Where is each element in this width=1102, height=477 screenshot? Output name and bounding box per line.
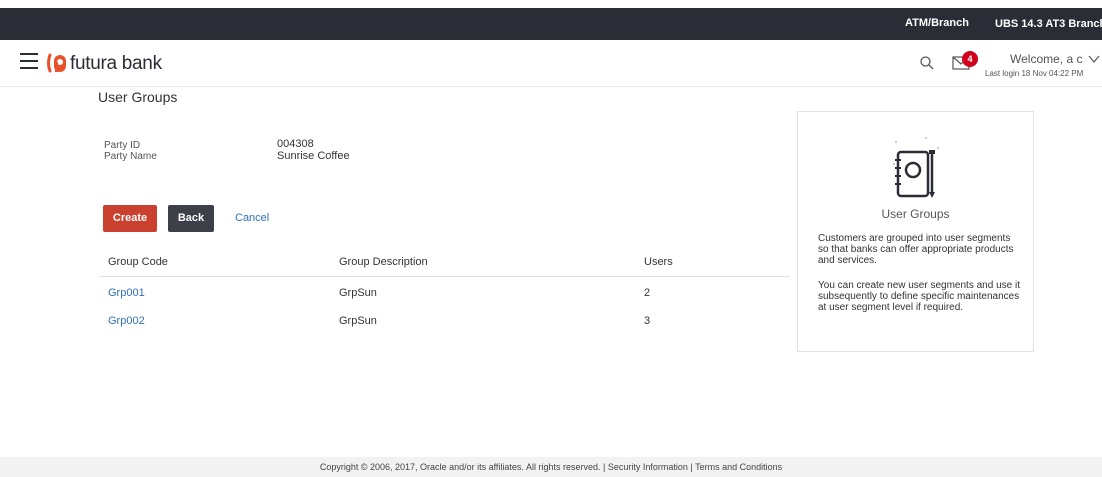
top-strip: [0, 0, 1102, 8]
atm-branch-link[interactable]: ATM/Branch: [905, 17, 969, 29]
user-count: 3: [644, 315, 651, 327]
branch-name: UBS 14.3 AT3 Branch: [995, 18, 1102, 30]
cancel-link[interactable]: Cancel: [235, 212, 269, 224]
hamburger-icon[interactable]: [20, 53, 38, 69]
futura-logo-icon: [47, 53, 66, 73]
help-panel: User Groups Customers are grouped into u…: [797, 111, 1034, 352]
welcome-user[interactable]: Welcome, a c: [1010, 52, 1082, 66]
party-name-label: Party Name: [104, 151, 157, 162]
party-id-label: Party ID: [104, 140, 141, 151]
help-title: User Groups: [881, 207, 950, 221]
security-information-link[interactable]: Security Information: [608, 462, 688, 472]
create-button[interactable]: Create: [103, 205, 157, 232]
copyright-text: Copyright © 2006, 2017, Oracle and/or it…: [319, 462, 606, 472]
footer-separator: |: [690, 462, 693, 472]
table-row: Grp002 GrpSun 3: [100, 309, 790, 337]
notification-badge: 4: [962, 51, 978, 67]
group-description: GrpSun: [339, 315, 377, 327]
branch-selector[interactable]: UBS 14.3 AT3 Branch∨: [995, 17, 1102, 30]
table-row: Grp001 GrpSun 2: [100, 281, 790, 309]
user-count: 2: [644, 287, 651, 299]
group-code-link[interactable]: Grp001: [108, 287, 145, 299]
page-title: User Groups: [98, 89, 178, 105]
column-header-users[interactable]: Users: [644, 256, 673, 268]
group-code-link[interactable]: Grp002: [108, 315, 145, 327]
last-login: Last login 18 Nov 04:22 PM: [985, 69, 1084, 78]
footer: Copyright © 2006, 2017, Oracle and/or it…: [0, 457, 1102, 477]
search-icon[interactable]: [919, 55, 935, 71]
group-description: GrpSun: [339, 287, 377, 299]
header: futura bank 4 Welcome, a c Last login 18…: [0, 40, 1102, 87]
column-header-group-code[interactable]: Group Code: [108, 256, 168, 268]
brand-name[interactable]: futura bank: [70, 53, 162, 75]
chevron-down-icon[interactable]: [1088, 54, 1100, 64]
column-header-group-description[interactable]: Group Description: [339, 256, 428, 268]
back-button[interactable]: Back: [168, 205, 214, 232]
party-name-value: Sunrise Coffee: [277, 150, 350, 162]
top-bar: ATM/Branch UBS 14.3 AT3 Branch∨: [0, 0, 1102, 40]
help-paragraph: You can create new user segments and use…: [818, 280, 1020, 313]
notebook-icon: [893, 137, 939, 198]
table-divider: [100, 276, 790, 277]
help-paragraph: Customers are grouped into user segments…: [818, 233, 1014, 266]
party-id-value: 004308: [277, 138, 314, 150]
terms-link[interactable]: Terms and Conditions: [695, 462, 782, 472]
